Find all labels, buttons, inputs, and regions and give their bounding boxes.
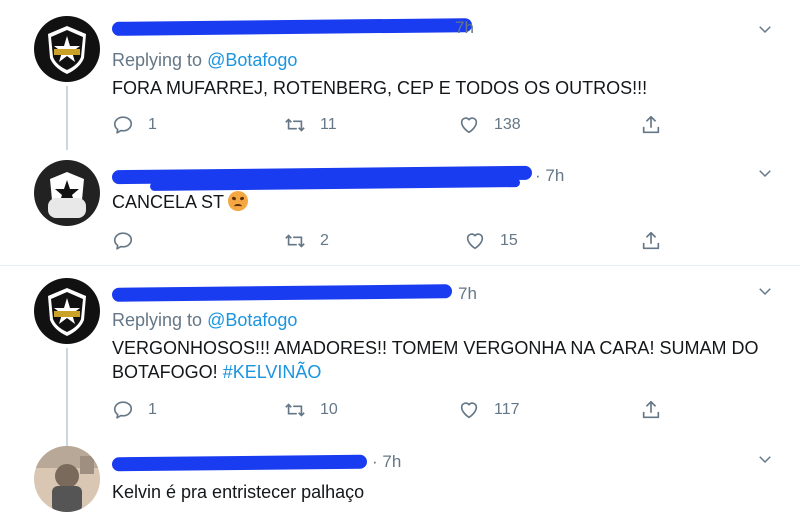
like-button[interactable]: 117 xyxy=(458,396,520,424)
retweet-icon xyxy=(284,399,306,421)
tweet-1[interactable]: 7h Replying to @Botafogo FORA MUFARREJ, … xyxy=(0,0,800,150)
tweet-actions: 1 10 117 xyxy=(112,396,692,424)
avatar-botafogo[interactable] xyxy=(34,16,100,82)
heart-icon xyxy=(458,399,480,421)
angry-face-emoji xyxy=(228,191,249,211)
tweet-actions: 2 15 xyxy=(112,227,692,255)
chevron-down-icon[interactable] xyxy=(756,164,774,182)
tweet-text: VERGONHOSOS!!! AMADORES!! TOMEM VERGONHA… xyxy=(112,338,759,382)
tweet-text: CANCELA ST xyxy=(112,190,792,214)
thread-line xyxy=(66,348,68,446)
replying-to: Replying to @Botafogo xyxy=(112,50,298,70)
avatar-masked-user[interactable] xyxy=(34,160,100,226)
tweet-text: FORA MUFARREJ, ROTENBERG, CEP E TODOS OS… xyxy=(112,78,648,98)
avatar-user-photo[interactable] xyxy=(34,446,100,512)
reply-button[interactable] xyxy=(112,227,148,255)
tweet-time[interactable]: 7h xyxy=(455,18,474,38)
tweet-text: Kelvin é pra entristecer palhaço xyxy=(112,482,365,502)
heart-icon xyxy=(464,230,486,252)
reply-button[interactable]: 1 xyxy=(112,396,157,424)
replying-handle-link[interactable]: @Botafogo xyxy=(207,50,297,70)
reply-icon xyxy=(112,230,134,252)
reply-icon xyxy=(112,114,134,136)
tweet-time[interactable]: · 7h xyxy=(535,166,564,186)
tweet-3[interactable]: 7h Replying to @Botafogo VERGONHOSOS!!! … xyxy=(0,266,800,446)
share-icon xyxy=(640,230,662,252)
share-button[interactable] xyxy=(640,227,676,255)
tweet-time[interactable]: 7h xyxy=(458,284,477,304)
share-icon xyxy=(640,114,662,136)
redacted-username xyxy=(111,284,453,302)
replying-handle-link[interactable]: @Botafogo xyxy=(207,310,297,330)
retweet-icon xyxy=(284,230,306,252)
redacted-username xyxy=(111,18,473,36)
redacted-username xyxy=(111,454,368,472)
tweet-time[interactable]: · 7h xyxy=(372,452,401,472)
hashtag-link[interactable]: #KELVINÃO xyxy=(223,362,322,382)
tweet-4[interactable]: · 7h Kelvin é pra entristecer palhaço xyxy=(0,446,800,529)
share-icon xyxy=(640,399,662,421)
reply-icon xyxy=(112,399,134,421)
share-button[interactable] xyxy=(640,396,676,424)
avatar-botafogo[interactable] xyxy=(34,278,100,344)
chevron-down-icon[interactable] xyxy=(756,450,774,468)
heart-icon xyxy=(458,114,480,136)
reply-button[interactable]: 1 xyxy=(112,111,157,139)
thread-line xyxy=(66,86,68,150)
retweet-button[interactable]: 2 xyxy=(284,227,329,255)
retweet-icon xyxy=(284,114,306,136)
retweet-button[interactable]: 10 xyxy=(284,396,338,424)
chevron-down-icon[interactable] xyxy=(756,282,774,300)
retweet-button[interactable]: 11 xyxy=(284,111,337,139)
share-button[interactable] xyxy=(640,111,676,139)
like-button[interactable]: 15 xyxy=(464,227,518,255)
tweet-2[interactable]: · 7h CANCELA ST 2 15 xyxy=(0,150,800,265)
tweet-actions: 1 11 138 xyxy=(112,111,692,139)
replying-to: Replying to @Botafogo xyxy=(112,310,298,330)
chevron-down-icon[interactable] xyxy=(756,20,774,38)
like-button[interactable]: 138 xyxy=(458,111,521,139)
